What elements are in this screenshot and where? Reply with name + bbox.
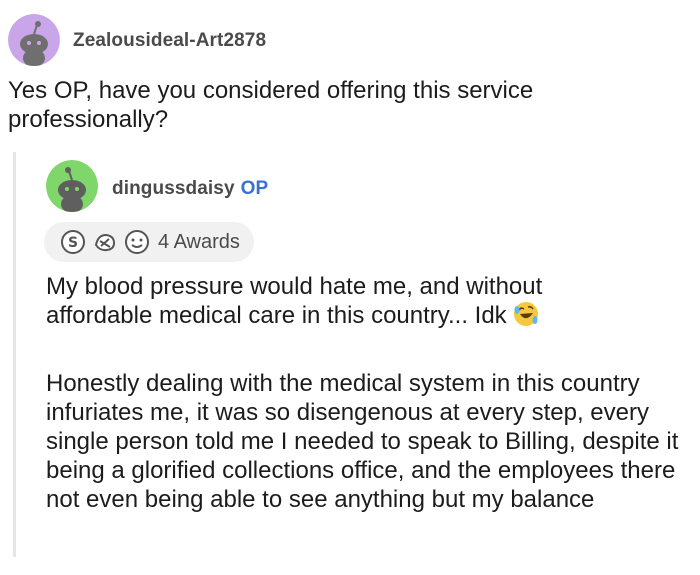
parent-username[interactable]: Zealousideal-Art2878 <box>73 30 266 52</box>
reply-paragraph-1-text: My blood pressure would hate me, and wit… <box>46 273 543 329</box>
reply-username-row: dingussdaisy OP <box>112 178 268 200</box>
awards-pill[interactable]: S 4 Awards <box>44 222 254 262</box>
thread-collapse-line[interactable] <box>13 152 16 557</box>
reply-avatar[interactable] <box>46 160 98 212</box>
silver-award-icon: S <box>60 229 86 255</box>
snoo-avatar-purple-icon <box>8 14 60 66</box>
parent-comment-body: Yes OP, have you considered offering thi… <box>8 77 534 133</box>
snoo-avatar-green-icon <box>46 160 98 212</box>
wholesome-seal-award-icon <box>92 229 118 255</box>
reply-username[interactable]: dingussdaisy <box>112 178 235 199</box>
helpful-award-icon <box>124 229 150 255</box>
parent-avatar[interactable] <box>8 14 60 66</box>
rolling-on-floor-laughing-emoji-icon <box>513 301 539 327</box>
reply-paragraph-1: My blood pressure would hate me, and wit… <box>46 272 606 330</box>
op-badge: OP <box>240 178 269 199</box>
awards-count-label: 4 Awards <box>158 230 240 253</box>
svg-text:S: S <box>68 235 78 251</box>
reply-paragraph-2: Honestly dealing with the medical system… <box>46 370 679 513</box>
